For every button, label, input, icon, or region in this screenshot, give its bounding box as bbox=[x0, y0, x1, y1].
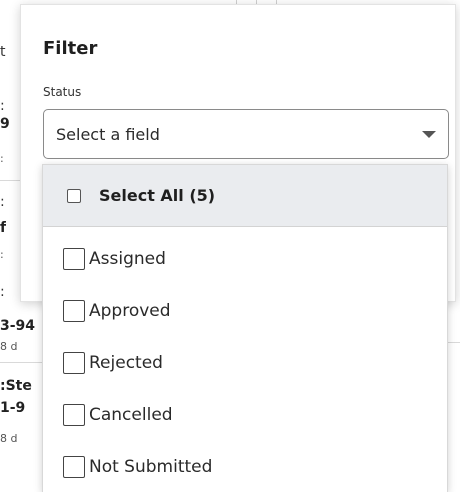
background-text: 3-94 bbox=[0, 318, 36, 334]
background-text: : bbox=[0, 98, 5, 114]
status-select[interactable]: Select a field bbox=[43, 109, 449, 159]
select-all-checkbox[interactable] bbox=[67, 188, 81, 203]
option-label: Cancelled bbox=[89, 405, 173, 425]
background-text: t bbox=[0, 44, 6, 60]
option-label: Not Submitted bbox=[89, 457, 213, 477]
option-approved[interactable]: Approved bbox=[43, 285, 447, 337]
option-checkbox[interactable] bbox=[63, 248, 85, 270]
select-all-label: Select All (5) bbox=[99, 186, 216, 205]
background-text: : bbox=[0, 248, 4, 261]
option-assigned[interactable]: Assigned bbox=[43, 233, 447, 285]
background-text: 8 d bbox=[0, 432, 18, 445]
option-checkbox[interactable] bbox=[63, 404, 85, 426]
background-text: 8 d bbox=[0, 340, 18, 353]
option-rejected[interactable]: Rejected bbox=[43, 337, 447, 389]
background-text: 9 bbox=[0, 116, 10, 132]
status-dropdown-list: Select All (5) Assigned Approved Rejecte… bbox=[42, 164, 448, 492]
background-divider bbox=[448, 342, 460, 343]
background-text: : bbox=[0, 284, 5, 300]
select-all-option[interactable]: Select All (5) bbox=[43, 165, 447, 227]
option-label: Assigned bbox=[89, 249, 166, 269]
background-divider bbox=[0, 362, 42, 363]
option-checkbox[interactable] bbox=[63, 456, 85, 478]
option-checkbox[interactable] bbox=[63, 300, 85, 322]
background-text: 1-9 bbox=[0, 400, 26, 416]
option-checkbox[interactable] bbox=[63, 352, 85, 374]
option-cancelled[interactable]: Cancelled bbox=[43, 389, 447, 441]
option-not-submitted[interactable]: Not Submitted bbox=[43, 441, 447, 492]
option-label: Rejected bbox=[89, 353, 163, 373]
status-select-placeholder: Select a field bbox=[56, 124, 160, 144]
background-text: f bbox=[0, 220, 7, 236]
background-text: :Ste bbox=[0, 378, 32, 394]
option-label: Approved bbox=[89, 301, 171, 321]
filter-title: Filter bbox=[43, 38, 98, 59]
status-label: Status bbox=[43, 85, 82, 99]
background-text: : bbox=[0, 194, 5, 210]
background-text: : bbox=[0, 152, 4, 165]
caret-down-icon bbox=[422, 131, 436, 138]
